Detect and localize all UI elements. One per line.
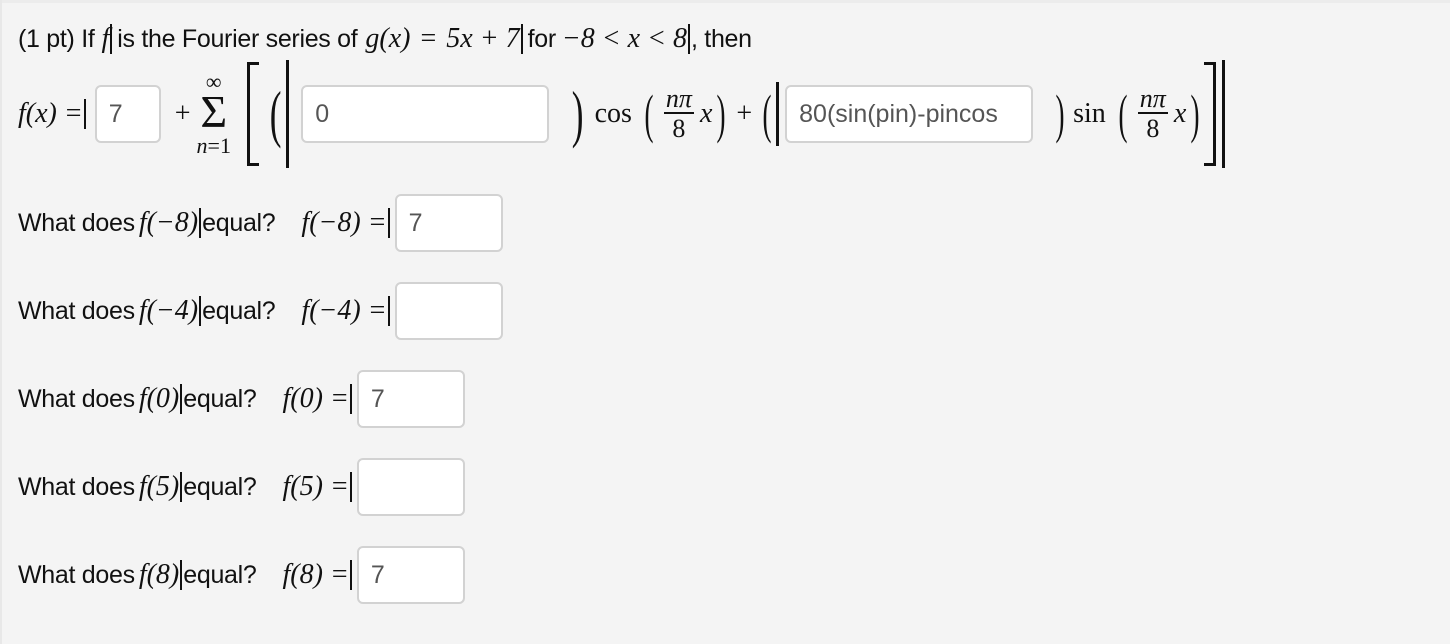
question-suffix: equal? bbox=[202, 296, 276, 325]
left-border bbox=[0, 0, 2, 644]
x-variable: x bbox=[699, 98, 713, 129]
summation: ∞ Σ n=1 bbox=[197, 71, 231, 157]
math-cursor bbox=[180, 384, 183, 414]
answer-lhs: f(−8) = bbox=[301, 207, 387, 238]
answer-input-f-8[interactable] bbox=[356, 546, 465, 604]
x-variable: x bbox=[1173, 98, 1187, 129]
math-cursor bbox=[110, 24, 113, 54]
question-suffix: equal? bbox=[183, 472, 257, 501]
question-prefix: What does bbox=[18, 208, 135, 237]
answer-lhs: f(−4) = bbox=[301, 295, 387, 326]
answer-lhs: f(5) = bbox=[282, 471, 349, 502]
left-bracket bbox=[246, 62, 259, 166]
g-expression: 5x + 7 bbox=[446, 23, 520, 54]
problem-statement: (1 pt) If f is the Fourier series of g(x… bbox=[18, 20, 752, 58]
question-prefix: What does bbox=[18, 560, 135, 589]
question-prefix: What does bbox=[18, 472, 135, 501]
left-paren: ( bbox=[644, 84, 654, 144]
math-cursor bbox=[387, 208, 390, 238]
sum-lower-limit: n=1 bbox=[196, 133, 231, 158]
f-of-x-lhs: f(x) = bbox=[18, 98, 83, 129]
math-cursor bbox=[776, 82, 780, 146]
math-cursor bbox=[349, 384, 352, 414]
question-row: What does f(5) equal? f(5) = bbox=[18, 458, 465, 516]
fourier-series-formula: f(x) = + ∞ Σ n=1 ( ) cos ( nπ 8 x ) + ( … bbox=[18, 58, 1226, 170]
math-cursor bbox=[688, 24, 691, 54]
math-cursor bbox=[180, 472, 183, 502]
question-arg: f(0) bbox=[138, 383, 180, 414]
question-arg: f(8) bbox=[138, 559, 180, 590]
cos-label: cos bbox=[594, 98, 632, 129]
fraction-n-pi-over-8: nπ 8 bbox=[663, 84, 694, 143]
math-cursor bbox=[286, 60, 290, 168]
right-bracket bbox=[1204, 62, 1217, 166]
math-cursor bbox=[199, 208, 202, 238]
question-arg: f(−8) bbox=[138, 207, 199, 238]
question-arg: f(5) bbox=[138, 471, 180, 502]
math-cursor bbox=[199, 296, 202, 326]
sigma-icon: Σ bbox=[200, 86, 228, 137]
answer-input-f-0[interactable] bbox=[356, 370, 465, 428]
left-paren: ( bbox=[269, 78, 282, 149]
answer-lhs: f(8) = bbox=[282, 559, 349, 590]
answer-input-f-neg8[interactable] bbox=[394, 194, 503, 252]
question-suffix: equal? bbox=[183, 384, 257, 413]
answer-input-f-5[interactable] bbox=[356, 458, 465, 516]
an-coefficient-input[interactable] bbox=[301, 85, 550, 143]
math-cursor bbox=[83, 99, 86, 129]
plus-sign: + bbox=[736, 98, 753, 129]
question-row: What does f(−4) equal? f(−4) = bbox=[18, 282, 503, 340]
math-cursor bbox=[1222, 60, 1226, 168]
fraction-n-pi-over-8: nπ 8 bbox=[1137, 84, 1168, 143]
math-cursor bbox=[349, 560, 352, 590]
answer-input-f-neg4[interactable] bbox=[394, 282, 503, 340]
math-cursor bbox=[520, 24, 523, 54]
question-arg: f(−4) bbox=[138, 295, 199, 326]
math-cursor bbox=[349, 472, 352, 502]
sin-label: sin bbox=[1073, 98, 1106, 129]
g-of-x: g(x) bbox=[365, 23, 411, 54]
right-paren: ) bbox=[572, 78, 584, 149]
plus-sign: + bbox=[174, 98, 191, 129]
question-row: What does f(8) equal? f(8) = bbox=[18, 546, 465, 604]
equals-sign: = bbox=[420, 23, 437, 54]
interval: −8 < x < 8 bbox=[561, 23, 688, 54]
right-paren: ) bbox=[1055, 84, 1065, 144]
question-row: What does f(−8) equal? f(−8) = bbox=[18, 194, 503, 252]
right-paren: ) bbox=[1190, 84, 1200, 144]
left-paren: ( bbox=[1118, 84, 1128, 144]
bn-coefficient-input[interactable] bbox=[785, 85, 1034, 143]
fourier-text: is the Fourier series of bbox=[117, 24, 358, 53]
question-suffix: equal? bbox=[183, 560, 257, 589]
then-text: , then bbox=[691, 24, 752, 53]
right-paren: ) bbox=[716, 84, 726, 144]
math-cursor bbox=[387, 296, 390, 326]
function-f: f bbox=[101, 23, 110, 54]
answer-lhs: f(0) = bbox=[282, 383, 349, 414]
for-text: for bbox=[527, 24, 557, 53]
left-paren: ( bbox=[762, 84, 772, 144]
question-suffix: equal? bbox=[202, 208, 276, 237]
question-prefix: What does bbox=[18, 384, 135, 413]
top-border bbox=[0, 0, 1450, 3]
a0-input[interactable] bbox=[94, 85, 161, 143]
question-row: What does f(0) equal? f(0) = bbox=[18, 370, 465, 428]
question-prefix: What does bbox=[18, 296, 135, 325]
points-label: (1 pt) If bbox=[18, 24, 95, 53]
math-cursor bbox=[180, 560, 183, 590]
